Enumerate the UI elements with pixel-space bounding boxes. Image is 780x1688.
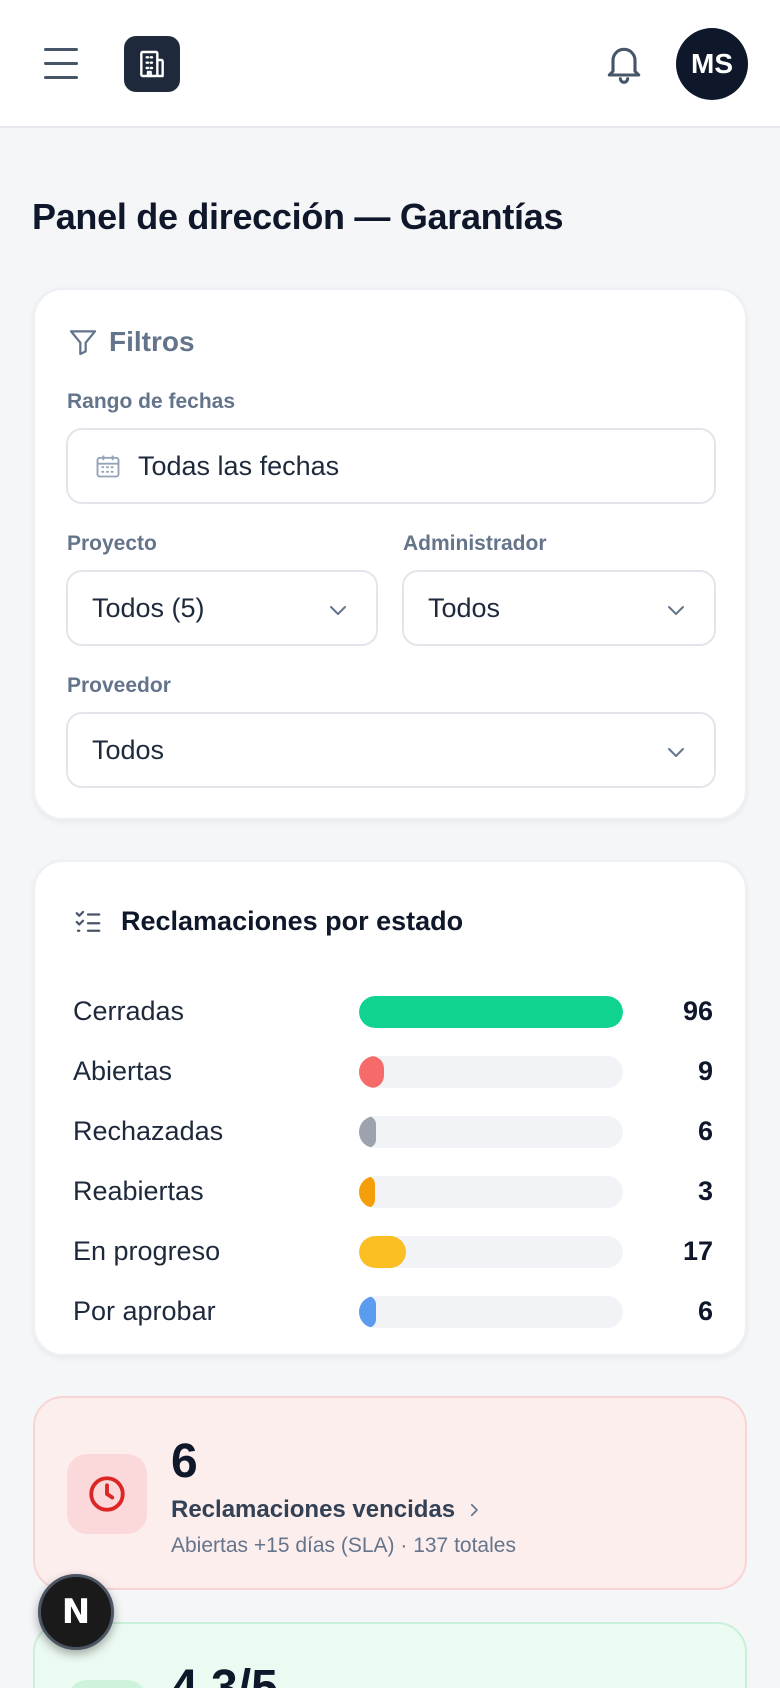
status-row: Reabiertas 3 [73, 1172, 713, 1212]
status-label: Rechazadas [73, 1116, 224, 1146]
status-row: Por aprobar 6 [73, 1292, 713, 1332]
filters-header: Filtros [67, 326, 195, 358]
status-count: 6 [697, 1296, 713, 1326]
filters-card: Filtros Rango de fechas Todas las fechas… [33, 288, 747, 820]
supplier-select[interactable]: Todos [66, 712, 716, 788]
status-label: Cerradas [73, 996, 185, 1026]
project-select[interactable]: Todos (5) [66, 570, 378, 646]
overdue-subtitle: Abiertas +15 días (SLA) · 137 totales [171, 1534, 516, 1557]
chevron-down-icon [668, 606, 684, 615]
date-range-label: Rango de fechas [67, 390, 236, 413]
overdue-title: Reclamaciones vencidas [171, 1496, 483, 1524]
status-row: En progreso 17 [73, 1232, 713, 1272]
status-bar-track [359, 1176, 623, 1208]
nextjs-letter: N [61, 1592, 91, 1632]
date-range-field[interactable]: Todas las fechas [66, 428, 716, 504]
status-bar-track [359, 996, 623, 1028]
nextjs-dev-badge[interactable]: N [38, 1574, 114, 1650]
page-title: Panel de dirección — Garantías [32, 196, 564, 237]
hamburger-menu-icon[interactable] [40, 42, 84, 86]
date-range-value: Todas las fechas [138, 450, 340, 481]
filters-title: Filtros [109, 326, 195, 357]
checklist-icon [75, 910, 101, 932]
rating-card[interactable]: 4.3/5 [33, 1622, 747, 1688]
chevron-down-icon [330, 606, 346, 615]
supplier-value: Todos [92, 734, 165, 765]
status-label: En progreso [73, 1236, 221, 1266]
status-count: 9 [697, 1056, 713, 1086]
status-bar-fill [359, 1116, 376, 1148]
overdue-count: 6 [171, 1435, 198, 1488]
status-label: Abiertas [73, 1056, 173, 1086]
admin-label: Administrador [403, 532, 547, 555]
chevron-down-icon [668, 748, 684, 757]
project-value: Todos (5) [92, 592, 205, 623]
supplier-label: Proveedor [67, 674, 171, 697]
overdue-title-text: Reclamaciones vencidas [171, 1496, 456, 1523]
status-bar-fill [359, 1296, 376, 1328]
admin-select[interactable]: Todos [402, 570, 716, 646]
chevron-right-icon [471, 1503, 478, 1517]
status-count: 96 [682, 996, 713, 1026]
status-bar-track [359, 1236, 623, 1268]
status-bar-fill [359, 1236, 406, 1268]
calendar-icon [96, 455, 120, 478]
avatar[interactable]: MS [676, 28, 748, 100]
status-count: 17 [682, 1236, 713, 1266]
funnel-icon [69, 330, 97, 356]
clock-icon [67, 1454, 147, 1534]
status-label: Por aprobar [73, 1296, 216, 1326]
bell-icon[interactable] [602, 40, 646, 88]
status-bar-fill [359, 996, 623, 1028]
status-label: Reabiertas [73, 1176, 204, 1206]
rating-icon [67, 1680, 147, 1688]
overdue-claims-card[interactable]: 6 Reclamaciones vencidas Abiertas +15 dí… [33, 1396, 747, 1590]
project-label: Proyecto [67, 532, 157, 555]
status-title: Reclamaciones por estado [121, 906, 464, 936]
admin-value: Todos [428, 592, 501, 623]
status-bar-track [359, 1116, 623, 1148]
status-row: Abiertas 9 [73, 1052, 713, 1092]
status-count: 6 [697, 1116, 713, 1146]
top-bar: MS [0, 0, 780, 128]
building-icon[interactable] [124, 36, 180, 92]
status-header: Reclamaciones por estado [73, 906, 463, 937]
status-row: Rechazadas 6 [73, 1112, 713, 1152]
status-bar-fill [359, 1176, 375, 1208]
status-bar-track [359, 1296, 623, 1328]
status-bar-track [359, 1056, 623, 1088]
rating-value: 4.3/5 [171, 1661, 278, 1688]
status-count: 3 [697, 1176, 713, 1206]
status-row: Cerradas 96 [73, 992, 713, 1032]
claims-by-status-card: Reclamaciones por estado Cerradas 96 Abier… [33, 860, 747, 1356]
status-bar-fill [359, 1056, 384, 1088]
